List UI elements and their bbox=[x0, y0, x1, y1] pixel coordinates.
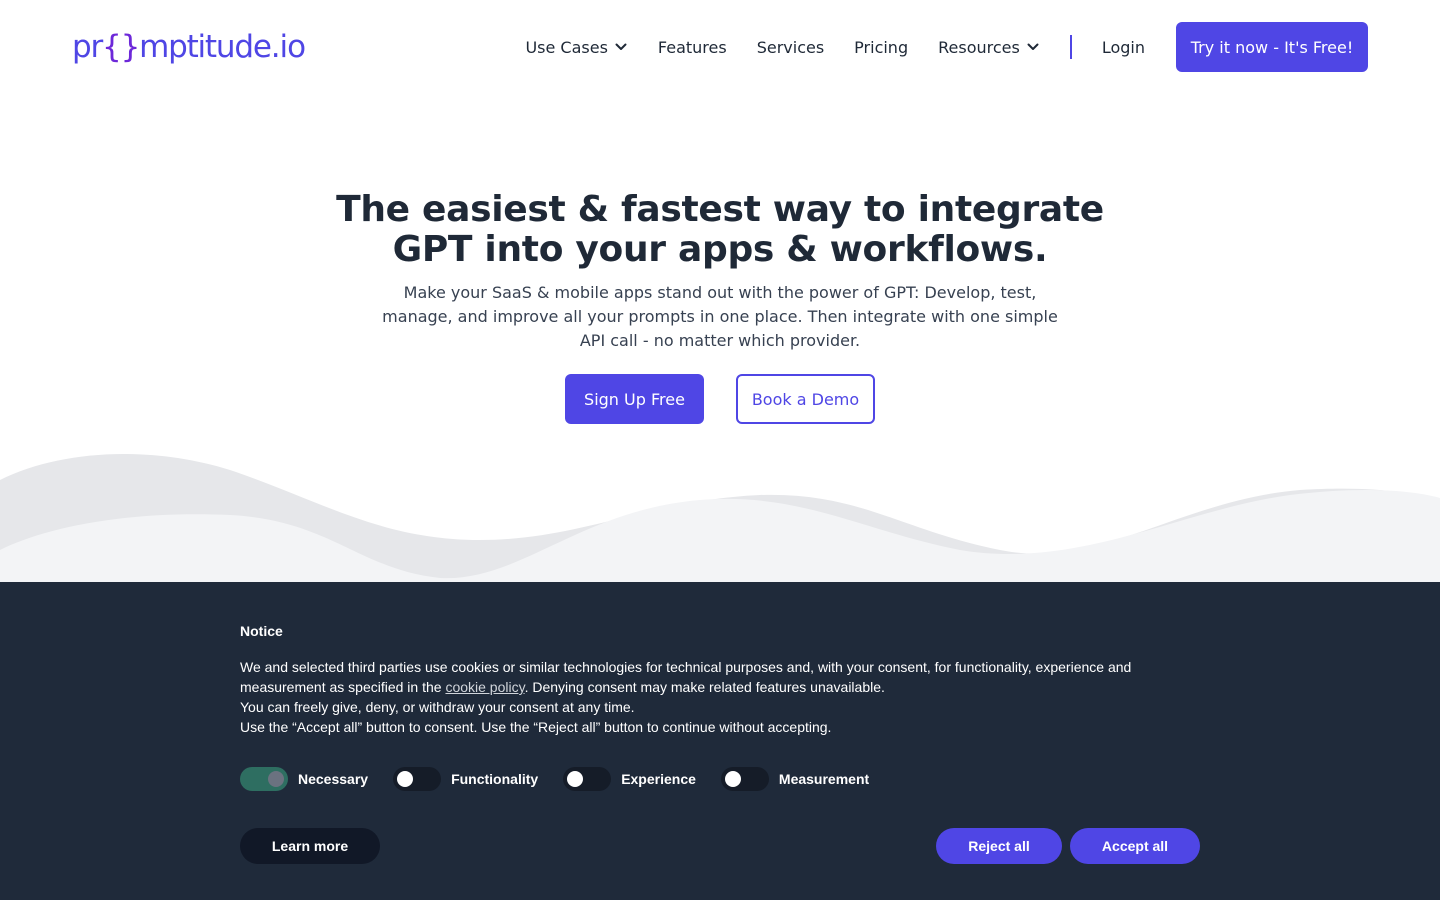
hero-title-line1: The easiest & fastest way to integrate bbox=[336, 189, 1104, 230]
cookie-notice-line2: You can freely give, deny, or withdraw y… bbox=[240, 699, 635, 715]
cookie-text-part: . Denying consent may make related featu… bbox=[524, 679, 885, 695]
toggle-functionality-label: Functionality bbox=[451, 771, 539, 787]
nav-divider bbox=[1069, 35, 1072, 59]
nav-resources[interactable]: Resources bbox=[938, 38, 1040, 57]
site-header: pr{o}mptitude.io Use Cases Features Serv… bbox=[0, 0, 1440, 94]
learn-more-button[interactable]: Learn more bbox=[240, 828, 380, 864]
toggle-functionality-group: Functionality bbox=[393, 767, 538, 791]
nav-use-cases[interactable]: Use Cases bbox=[525, 38, 627, 57]
toggle-knob bbox=[567, 771, 584, 787]
cookie-notice-paragraph: We and selected third parties use cookie… bbox=[240, 657, 1200, 697]
cookie-notice-title: Notice bbox=[240, 623, 283, 639]
chevron-down-icon bbox=[615, 43, 627, 50]
toggle-necessary-label: Necessary bbox=[298, 771, 369, 787]
cookie-notice-body: We and selected third parties use cookie… bbox=[240, 657, 1200, 737]
nav-use-cases-label: Use Cases bbox=[525, 37, 608, 57]
book-a-demo-button[interactable]: Book a Demo bbox=[736, 374, 875, 424]
promptitude-logo[interactable]: pr{o}mptitude.io bbox=[72, 28, 306, 65]
toggle-necessary-group: Necessary bbox=[240, 767, 368, 791]
login-link[interactable]: Login bbox=[1102, 38, 1145, 57]
logo-wordmark: pr{o}mptitude bbox=[72, 29, 272, 65]
hero-title: The easiest & fastest way to integrate G… bbox=[0, 190, 1440, 270]
nav-services-label: Services bbox=[756, 37, 825, 57]
try-it-now-button[interactable]: Try it now - It's Free! bbox=[1176, 22, 1368, 72]
toggle-measurement-group: Measurement bbox=[720, 767, 870, 791]
toggle-experience-group: Experience bbox=[563, 767, 696, 791]
toggle-measurement[interactable] bbox=[720, 767, 769, 791]
accept-all-button[interactable]: Accept all bbox=[1070, 828, 1200, 864]
sign-up-free-button[interactable]: Sign Up Free bbox=[565, 374, 704, 424]
toggle-experience-label: Experience bbox=[621, 771, 696, 787]
chevron-down-icon bbox=[1027, 43, 1039, 50]
toggle-measurement-label: Measurement bbox=[778, 771, 870, 787]
toggle-knob bbox=[268, 771, 284, 787]
hero-title-line2: GPT into your apps & workflows. bbox=[392, 229, 1048, 270]
logo-tld: .io bbox=[270, 29, 306, 65]
nav-resources-label: Resources bbox=[938, 37, 1020, 57]
main-nav: Use Cases Features Services Pricing Reso… bbox=[525, 22, 1368, 72]
hero-subtitle: Make your SaaS & mobile apps stand out w… bbox=[382, 283, 1058, 350]
nav-features-label: Features bbox=[657, 37, 727, 57]
nav-services[interactable]: Services bbox=[757, 38, 824, 57]
toggle-knob bbox=[724, 771, 741, 787]
nav-features[interactable]: Features bbox=[658, 38, 727, 57]
toggle-necessary[interactable] bbox=[240, 767, 288, 791]
nav-pricing-label: Pricing bbox=[854, 37, 909, 57]
toggle-knob bbox=[397, 771, 414, 787]
cookie-notice-line3: Use the “Accept all” button to consent. … bbox=[240, 719, 832, 735]
cookie-banner: Notice We and selected third parties use… bbox=[0, 582, 1440, 900]
decorative-waves bbox=[0, 453, 1440, 582]
reject-all-button[interactable]: Reject all bbox=[936, 828, 1062, 864]
nav-pricing[interactable]: Pricing bbox=[854, 38, 908, 57]
toggle-experience[interactable] bbox=[563, 767, 612, 791]
consent-toggles: Necessary Functionality Experience Measu… bbox=[240, 767, 894, 791]
cookie-policy-link[interactable]: cookie policy bbox=[445, 679, 524, 695]
toggle-functionality[interactable] bbox=[393, 767, 442, 791]
